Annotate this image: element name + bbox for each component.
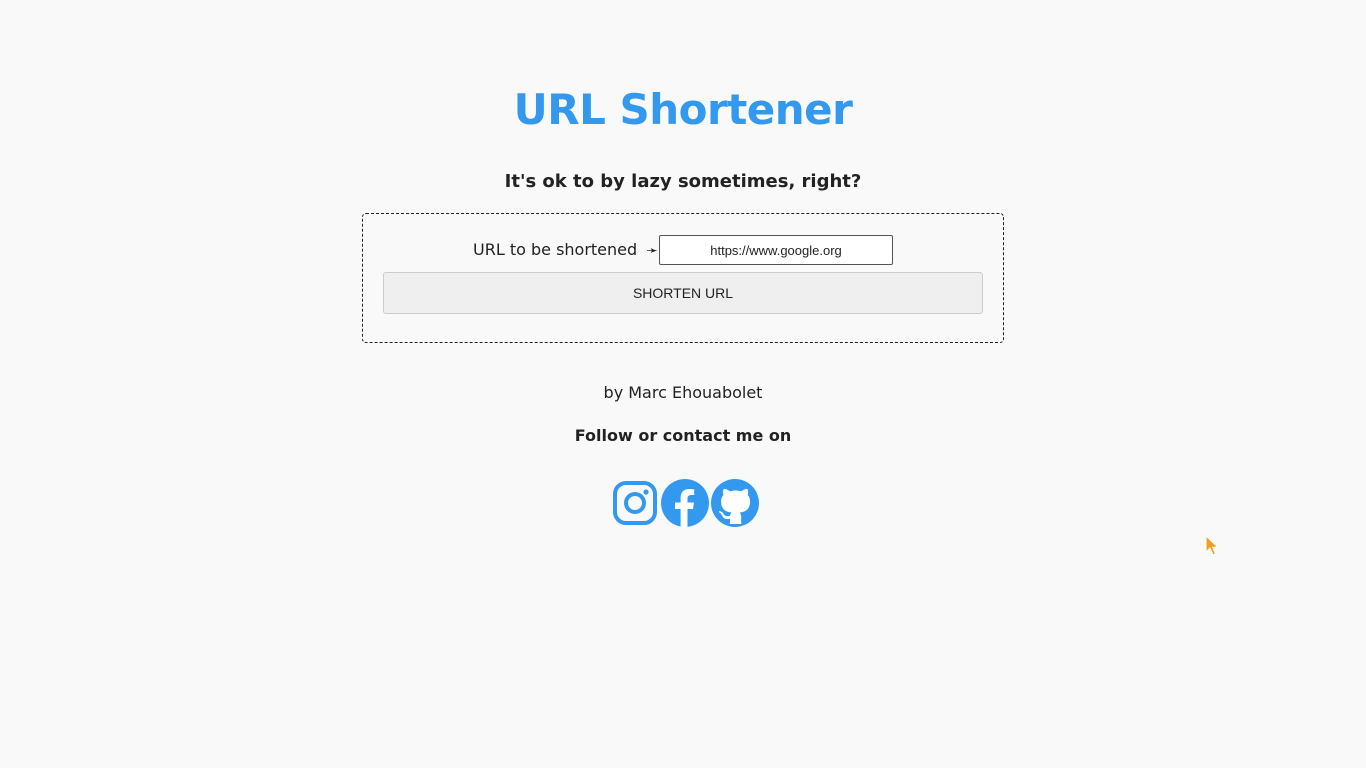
page: URL Shortener It's ok to by lazy sometim… [0, 0, 1366, 768]
shorten-form: URL to be shortened ➛ SHORTEN URL [362, 213, 1004, 343]
github-icon [711, 479, 759, 527]
mouse-cursor-icon [1205, 535, 1220, 556]
url-label-text: URL to be shortened [473, 240, 638, 259]
facebook-link[interactable] [661, 479, 709, 527]
shorten-url-button[interactable]: SHORTEN URL [383, 272, 983, 314]
url-input-label: URL to be shortened ➛ [473, 239, 658, 262]
instagram-icon [613, 481, 657, 525]
instagram-link[interactable] [611, 479, 659, 527]
input-row: URL to be shortened ➛ [363, 235, 1003, 265]
github-link[interactable] [711, 479, 759, 527]
arrow-right-icon: ➛ [646, 243, 658, 259]
page-title: URL Shortener [513, 85, 853, 134]
facebook-icon [661, 479, 709, 527]
url-input[interactable] [659, 235, 893, 265]
author-credit: by Marc Ehouabolet [603, 383, 763, 402]
page-subtitle: It's ok to by lazy sometimes, right? [504, 171, 862, 192]
follow-heading: Follow or contact me on [574, 426, 792, 445]
social-links [611, 479, 759, 527]
